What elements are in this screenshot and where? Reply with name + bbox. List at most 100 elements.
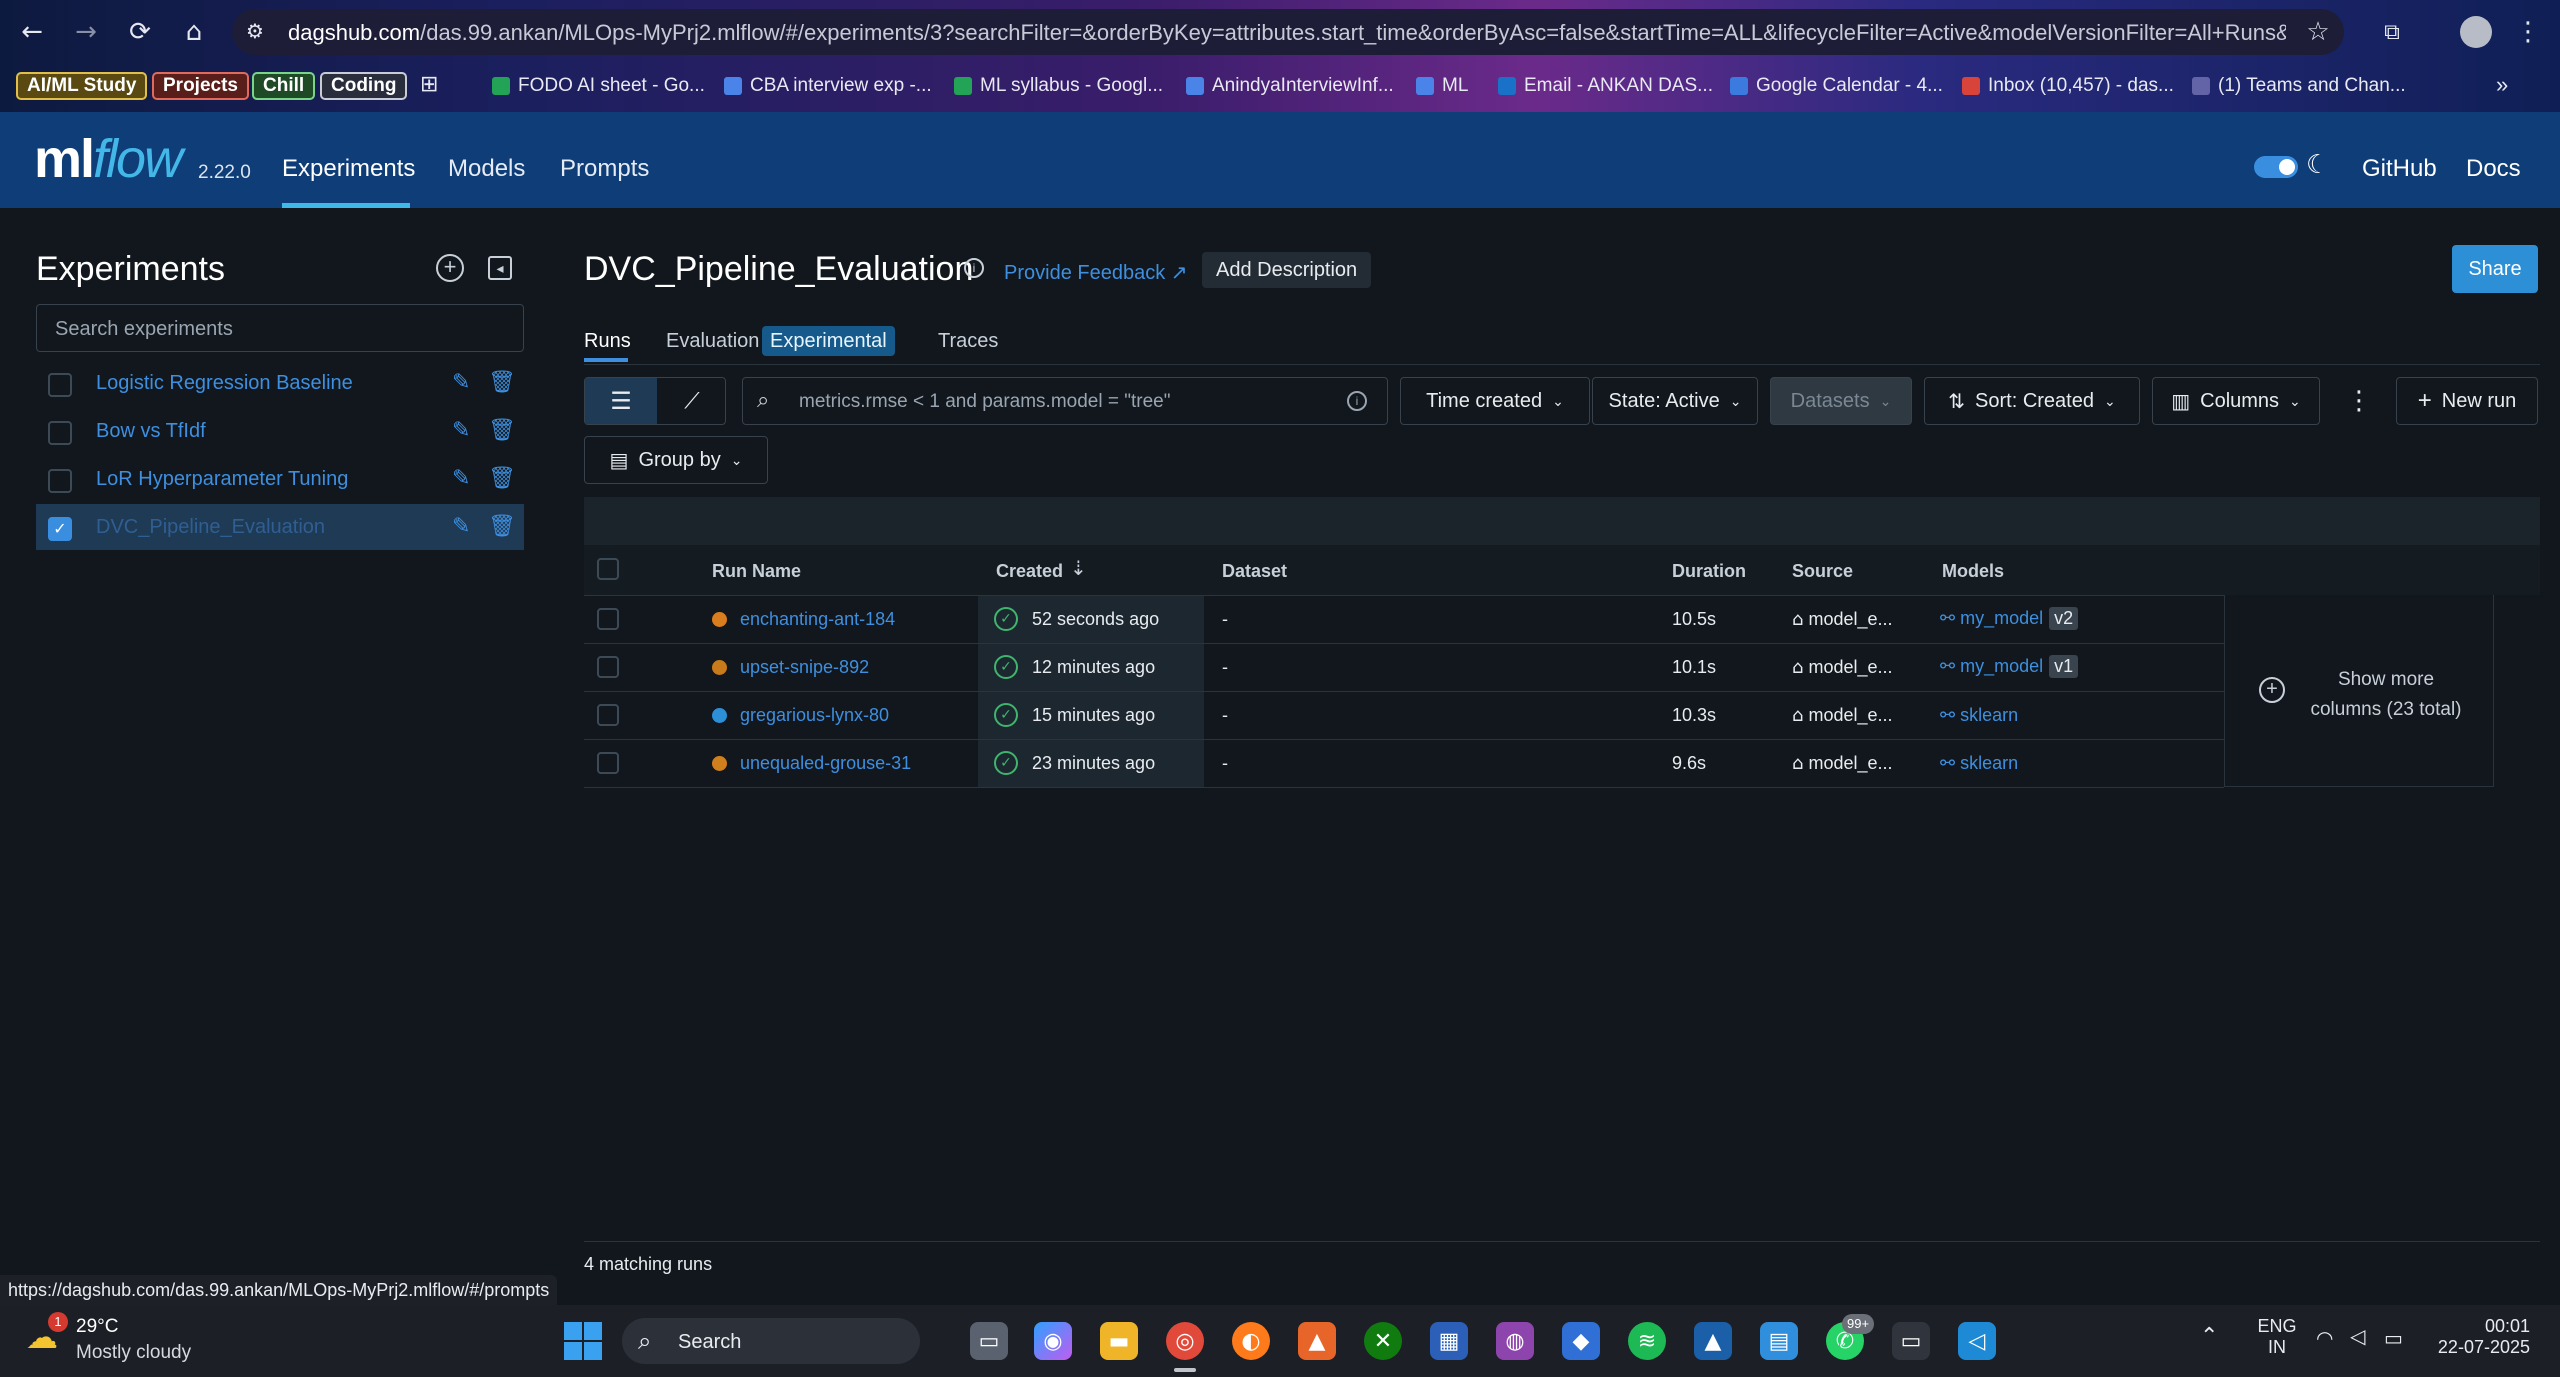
add-experiment-icon[interactable]: + bbox=[436, 254, 464, 282]
xbox-icon[interactable]: ✕ bbox=[1364, 1322, 1402, 1360]
file-explorer-icon[interactable]: ▬ bbox=[1100, 1322, 1138, 1360]
bookmark-fodo[interactable]: FODO AI sheet - Go... bbox=[492, 73, 705, 99]
tab-evaluation[interactable]: Evaluation bbox=[666, 330, 759, 353]
run-source[interactable]: ⌂ model_e... bbox=[1792, 657, 1893, 678]
row-checkbox[interactable] bbox=[597, 656, 619, 678]
run-color-dot[interactable] bbox=[712, 756, 727, 771]
git-icon[interactable]: ◆ bbox=[1562, 1322, 1600, 1360]
extensions-icon[interactable]: ⧉ bbox=[2374, 14, 2410, 50]
weather-condition[interactable]: Mostly cloudy bbox=[76, 1342, 191, 1364]
url-text[interactable]: dagshub.com/das.99.ankan/MLOps-MyPrj2.ml… bbox=[288, 20, 2286, 46]
forward-arrow-icon[interactable]: → bbox=[68, 14, 104, 50]
weather-temp[interactable]: 29°C bbox=[76, 1316, 118, 1338]
chrome-icon[interactable]: ◎ bbox=[1166, 1322, 1204, 1360]
mlflow-logo[interactable]: mlflow bbox=[34, 128, 183, 190]
delete-trash-icon[interactable]: 🗑 bbox=[488, 514, 516, 539]
sidebar-item-bow-vs-tfidf[interactable]: Bow vs TfIdf bbox=[36, 408, 524, 454]
bookmark-star-icon[interactable]: ☆ bbox=[2300, 14, 2336, 50]
run-source[interactable]: ⌂ model_e... bbox=[1792, 705, 1893, 726]
run-color-dot[interactable] bbox=[712, 612, 727, 627]
run-model[interactable]: ⚯ my_model v2 bbox=[1940, 607, 2079, 630]
theme-toggle[interactable] bbox=[2254, 156, 2298, 178]
bookmark-group-chill[interactable]: Chill bbox=[252, 72, 316, 100]
back-arrow-icon[interactable]: ← bbox=[14, 14, 50, 50]
nav-models[interactable]: Models bbox=[448, 155, 525, 183]
run-color-dot[interactable] bbox=[712, 660, 727, 675]
clock[interactable]: 00:01 22-07-2025 bbox=[2430, 1316, 2530, 1358]
select-all-checkbox[interactable] bbox=[597, 558, 619, 580]
experiment-checkbox[interactable] bbox=[48, 373, 72, 397]
github-link[interactable]: GitHub bbox=[2362, 155, 2437, 183]
paint-icon[interactable]: ▲ bbox=[1694, 1322, 1732, 1360]
profile-avatar[interactable] bbox=[2460, 16, 2492, 48]
col-dataset[interactable]: Dataset bbox=[1222, 561, 1287, 582]
edit-pencil-icon[interactable]: ✎ bbox=[452, 418, 470, 443]
run-name-link[interactable]: upset-snipe-892 bbox=[740, 657, 869, 678]
bookmark-group-aiml[interactable]: AI/ML Study bbox=[16, 72, 148, 100]
list-view-icon[interactable]: ☰ bbox=[585, 378, 657, 424]
run-model[interactable]: ⚯ sklearn bbox=[1940, 705, 2018, 726]
experiment-checkbox[interactable] bbox=[48, 469, 72, 493]
col-created[interactable]: Created bbox=[996, 561, 1063, 582]
row-checkbox[interactable] bbox=[597, 752, 619, 774]
experiment-checkbox-checked[interactable]: ✓ bbox=[48, 517, 72, 541]
share-button[interactable]: Share bbox=[2452, 245, 2538, 293]
more-bookmarks-icon[interactable]: » bbox=[2496, 72, 2508, 98]
col-models[interactable]: Models bbox=[1942, 561, 2004, 582]
language-indicator[interactable]: ENG IN bbox=[2254, 1316, 2300, 1358]
show-more-columns-panel[interactable]: + Show more columns (23 total) bbox=[2224, 595, 2494, 787]
bookmark-teams[interactable]: (1) Teams and Chan... bbox=[2192, 73, 2406, 99]
bookmark-ml-syllabus[interactable]: ML syllabus - Googl... bbox=[954, 73, 1163, 99]
edit-pencil-icon[interactable]: ✎ bbox=[452, 514, 470, 539]
task-view-icon[interactable]: ▭ bbox=[970, 1322, 1008, 1360]
sidebar-item-dvc-pipeline[interactable]: ✓ DVC_Pipeline_Evaluation bbox=[36, 504, 524, 550]
group-by-dropdown[interactable]: ▤ Group by ⌄ bbox=[584, 436, 768, 484]
search-experiments-input[interactable]: Search experiments bbox=[36, 304, 524, 352]
sidebar-item-lor-tuning[interactable]: LoR Hyperparameter Tuning bbox=[36, 456, 524, 502]
run-name-link[interactable]: unequaled-grouse-31 bbox=[740, 753, 911, 774]
runs-search-input[interactable]: ⌕ metrics.rmse < 1 and params.model = "t… bbox=[742, 377, 1388, 425]
col-source[interactable]: Source bbox=[1792, 561, 1853, 582]
time-created-dropdown[interactable]: Time created ⌄ bbox=[1400, 377, 1590, 425]
collapse-sidebar-icon[interactable]: ◂ bbox=[488, 256, 512, 280]
new-run-button[interactable]: + New run bbox=[2396, 377, 2538, 425]
docs-link[interactable]: Docs bbox=[2466, 155, 2521, 183]
run-name-link[interactable]: gregarious-lynx-80 bbox=[740, 705, 889, 726]
copilot-icon[interactable]: ◉ bbox=[1034, 1322, 1072, 1360]
nav-prompts[interactable]: Prompts bbox=[560, 155, 649, 183]
col-run-name[interactable]: Run Name bbox=[712, 561, 801, 582]
taskbar-search[interactable]: ⌕ Search bbox=[622, 1318, 920, 1364]
bookmark-group-coding[interactable]: Coding bbox=[320, 72, 408, 100]
run-source[interactable]: ⌂ model_e... bbox=[1792, 753, 1893, 774]
delete-trash-icon[interactable]: 🗑 bbox=[488, 418, 516, 443]
photos-icon[interactable]: ▦ bbox=[1430, 1322, 1468, 1360]
provide-feedback-link[interactable]: Provide Feedback ↗ bbox=[1004, 260, 1188, 285]
run-model[interactable]: ⚯ sklearn bbox=[1940, 753, 2018, 774]
windows-start-icon[interactable] bbox=[564, 1322, 602, 1360]
delete-trash-icon[interactable]: 🗑 bbox=[488, 370, 516, 395]
row-checkbox[interactable] bbox=[597, 608, 619, 630]
home-icon[interactable]: ⌂ bbox=[176, 14, 212, 50]
apps-grid-icon[interactable]: ⊞ bbox=[420, 72, 446, 98]
spotify-icon[interactable]: ≋ bbox=[1628, 1322, 1666, 1360]
nav-experiments[interactable]: Experiments bbox=[282, 155, 415, 183]
run-name-link[interactable]: enchanting-ant-184 bbox=[740, 609, 895, 630]
firefox-icon[interactable]: ◐ bbox=[1232, 1322, 1270, 1360]
add-description-button[interactable]: Add Description bbox=[1202, 252, 1372, 288]
terminal-icon[interactable]: ▭ bbox=[1892, 1322, 1930, 1360]
bookmark-email[interactable]: Email - ANKAN DAS... bbox=[1498, 73, 1713, 99]
col-duration[interactable]: Duration bbox=[1672, 561, 1746, 582]
reload-icon[interactable]: ⟳ bbox=[122, 14, 158, 50]
experiment-checkbox[interactable] bbox=[48, 421, 72, 445]
tab-runs[interactable]: Runs bbox=[584, 330, 631, 353]
battery-icon[interactable]: ▭ bbox=[2384, 1326, 2403, 1350]
notepad-icon[interactable]: ▤ bbox=[1760, 1322, 1798, 1360]
state-dropdown[interactable]: State: Active ⌄ bbox=[1592, 377, 1758, 425]
datasets-dropdown[interactable]: Datasets ⌄ bbox=[1770, 377, 1912, 425]
run-color-dot[interactable] bbox=[712, 708, 727, 723]
site-info-icon[interactable]: ⚙ bbox=[246, 19, 272, 45]
more-options-icon[interactable]: ⋮ bbox=[2346, 386, 2372, 416]
matlab-icon[interactable]: ▲ bbox=[1298, 1322, 1336, 1360]
sidebar-item-logistic-regression[interactable]: Logistic Regression Baseline bbox=[36, 360, 524, 406]
run-model[interactable]: ⚯ my_model v1 bbox=[1940, 655, 2079, 678]
